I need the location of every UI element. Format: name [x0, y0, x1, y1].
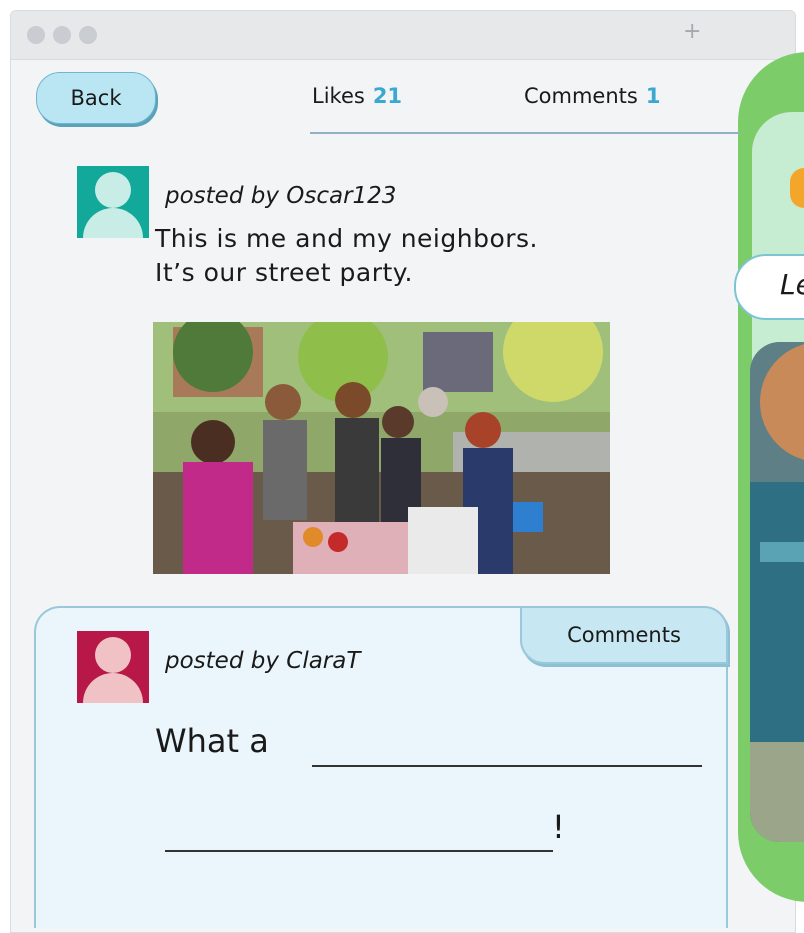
comments-tab-label[interactable]: Comments	[520, 606, 728, 664]
tab-likes-label: Likes	[312, 84, 365, 108]
back-button[interactable]: Back	[36, 72, 156, 124]
tab-bar: Likes 21 Comments 1	[310, 80, 740, 134]
comment-blank-1[interactable]	[312, 765, 702, 767]
post-text-line-2: It’s our street party.	[155, 258, 413, 287]
window-minimize-dot[interactable]	[53, 26, 71, 44]
street-party-photo	[153, 322, 610, 574]
tab-comments[interactable]: Comments 1	[524, 84, 660, 108]
comment-blank-2[interactable]	[165, 850, 553, 852]
post-text: This is me and my neighbors. It’s our st…	[155, 222, 538, 290]
post-text-line-1: This is me and my neighbors.	[155, 224, 539, 253]
street-party-image	[153, 322, 610, 574]
comment-prompt-start: What a	[155, 722, 269, 760]
comment-author: posted by ClaraT	[165, 648, 361, 674]
avatar-body	[83, 208, 143, 238]
side-panel-photo	[750, 342, 804, 842]
tab-likes[interactable]: Likes 21	[312, 84, 402, 108]
comment-prompt-end: !	[552, 808, 565, 846]
post-author: posted by Oscar123	[165, 183, 397, 209]
side-panel-label-text: Le	[780, 268, 804, 301]
avatar-oscar[interactable]	[77, 166, 149, 238]
likes-count: 21	[372, 84, 403, 108]
new-tab-icon[interactable]: +	[683, 19, 701, 44]
avatar-head	[95, 637, 131, 673]
avatar-body	[83, 673, 143, 703]
window-zoom-dot[interactable]	[79, 26, 97, 44]
comments-count: 1	[645, 84, 661, 108]
avatar-head	[95, 172, 131, 208]
avatar-clara[interactable]	[77, 631, 149, 703]
title-bar: +	[11, 11, 795, 60]
side-badge	[790, 168, 804, 208]
side-panel-label: Le	[734, 254, 804, 320]
side-photo-image	[750, 342, 804, 842]
tab-comments-label: Comments	[524, 84, 638, 108]
window-close-dot[interactable]	[27, 26, 45, 44]
